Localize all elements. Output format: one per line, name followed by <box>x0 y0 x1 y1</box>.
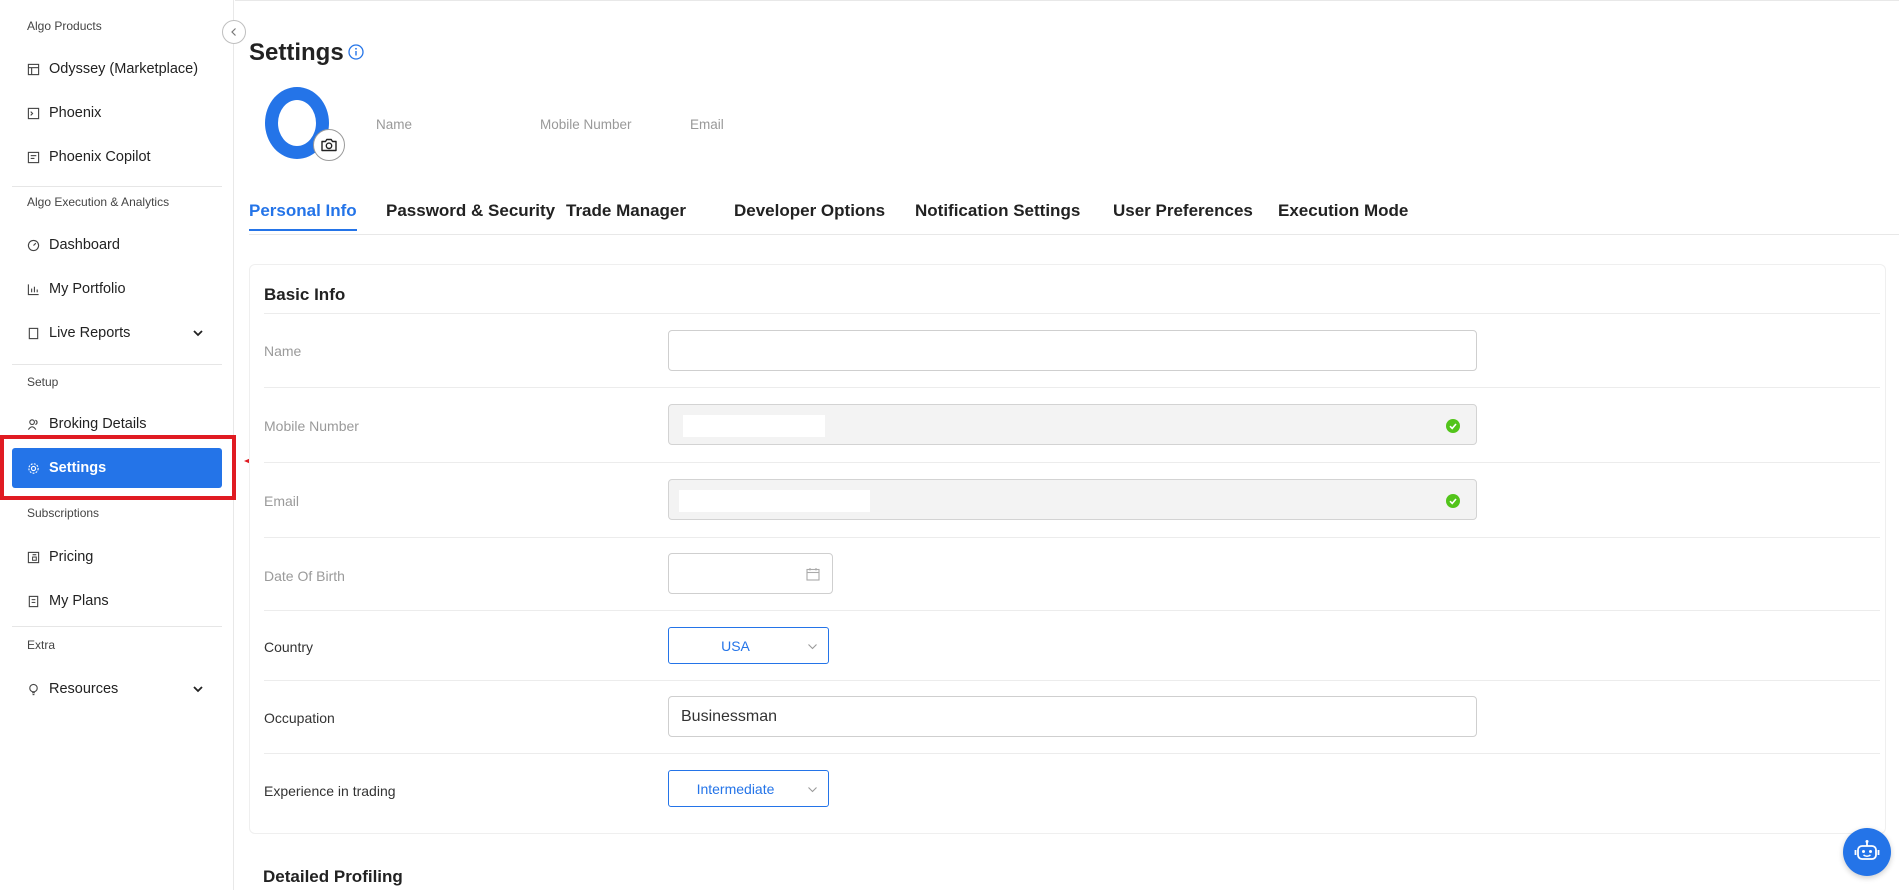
sidebar-item-label: Phoenix Copilot <box>49 149 151 165</box>
report-icon <box>27 327 40 340</box>
section-label-extra: Extra <box>27 638 56 652</box>
avatar <box>265 87 345 161</box>
profile-mobile: Mobile Number <box>540 117 632 132</box>
calendar-icon <box>806 568 820 581</box>
users-icon <box>27 418 40 431</box>
experience-label: Experience in trading <box>264 783 396 799</box>
sidebar-item-label: My Portfolio <box>49 281 126 297</box>
sidebar-item-label: Dashboard <box>49 237 120 253</box>
basic-info-title: Basic Info <box>264 285 346 304</box>
sidebar-item-label: Phoenix <box>49 105 102 121</box>
tab-execution-mode[interactable]: Execution Mode <box>1278 201 1408 229</box>
detailed-profiling-title: Detailed Profiling <box>263 867 403 886</box>
sidebar-item-resources[interactable]: Resources <box>12 669 222 709</box>
sidebar-item-label: Pricing <box>49 549 94 565</box>
main-content: Settings Name Mobile Number Email Person… <box>235 0 1899 890</box>
occupation-row: Occupation Businessman <box>264 680 1880 753</box>
collapse-sidebar-button[interactable] <box>222 20 246 44</box>
info-icon[interactable] <box>348 44 364 60</box>
name-label: Name <box>264 343 302 359</box>
section-label-algo-execution: Algo Execution & Analytics <box>27 195 170 209</box>
terminal-icon <box>27 107 40 120</box>
page-title: Settings <box>249 39 344 66</box>
sidebar-item-label: Broking Details <box>49 416 147 432</box>
app-root: Algo Products Odyssey (Marketplace) Phoe… <box>0 0 1899 890</box>
bar-chart-icon <box>27 283 40 296</box>
mobile-input <box>668 404 1477 445</box>
sidebar-item-dashboard[interactable]: Dashboard <box>12 225 222 265</box>
email-label: Email <box>264 493 300 509</box>
sidebar-item-label: Live Reports <box>49 325 131 341</box>
plans-icon <box>27 595 40 608</box>
section-label-setup: Setup <box>27 375 59 389</box>
sidebar-item-live-reports[interactable]: Live Reports <box>12 313 222 353</box>
occupation-input[interactable]: Businessman <box>668 696 1477 737</box>
chevron-down-icon <box>808 644 817 650</box>
sidebar-item-pricing[interactable]: Pricing <box>12 537 222 577</box>
camera-icon <box>321 138 337 152</box>
dob-input[interactable] <box>668 553 833 594</box>
sidebar-item-phoenix-copilot[interactable]: Phoenix Copilot <box>12 137 222 177</box>
sidebar-item-label: Odyssey (Marketplace) <box>49 61 199 77</box>
email-input <box>668 479 1477 520</box>
sidebar-divider <box>12 364 222 365</box>
change-photo-button[interactable] <box>313 129 345 161</box>
experience-value: Intermediate <box>696 780 775 797</box>
section-label-algo-products: Algo Products <box>27 19 102 33</box>
sidebar-item-my-portfolio[interactable]: My Portfolio <box>12 269 222 309</box>
tab-developer-options[interactable]: Developer Options <box>734 201 885 229</box>
profile-email: Email <box>690 117 724 132</box>
settings-tabs: Personal Info Password & Security Trade … <box>249 197 1899 235</box>
store-icon <box>27 63 40 76</box>
mobile-label: Mobile Number <box>264 418 359 434</box>
mobile-row: Mobile Number <box>264 387 1880 462</box>
country-label: Country <box>264 639 314 655</box>
masked-value <box>679 490 870 512</box>
section-label-subscriptions: Subscriptions <box>27 506 100 520</box>
chevron-left-icon <box>231 28 236 36</box>
dob-label: Date Of Birth <box>264 568 345 584</box>
dob-row: Date Of Birth <box>264 537 1880 610</box>
chevron-down-icon <box>193 330 203 337</box>
sidebar-divider <box>12 626 222 627</box>
pricing-icon <box>27 551 40 564</box>
dashboard-icon <box>27 239 40 252</box>
sidebar-item-label: My Plans <box>49 593 109 609</box>
name-row: Name <box>264 313 1880 387</box>
verified-check-icon <box>1446 419 1460 433</box>
basic-info-card: Basic Info Name Mobile Number Email Date… <box>249 264 1886 834</box>
occupation-label: Occupation <box>264 710 335 726</box>
sidebar-item-phoenix[interactable]: Phoenix <box>12 93 222 133</box>
profile-name: Name <box>376 117 413 132</box>
country-select[interactable]: USA <box>668 627 829 664</box>
sidebar-divider <box>12 186 222 187</box>
country-value: USA <box>721 637 750 654</box>
tab-notification-settings[interactable]: Notification Settings <box>915 201 1080 229</box>
chatbot-button[interactable] <box>1843 828 1891 876</box>
document-icon <box>27 151 40 164</box>
name-input[interactable] <box>668 330 1477 371</box>
verified-check-icon <box>1446 494 1460 508</box>
chevron-down-icon <box>808 787 817 793</box>
experience-row: Experience in trading Intermediate <box>264 753 1880 823</box>
sidebar-item-my-plans[interactable]: My Plans <box>12 581 222 621</box>
sidebar-item-label: Resources <box>49 681 119 697</box>
email-row: Email <box>264 462 1880 537</box>
chevron-down-icon <box>193 686 203 693</box>
country-row: Country USA <box>264 610 1880 680</box>
experience-select[interactable]: Intermediate <box>668 770 829 807</box>
masked-value <box>683 415 825 437</box>
tab-user-preferences[interactable]: User Preferences <box>1113 201 1253 229</box>
tab-personal-info[interactable]: Personal Info <box>249 201 357 231</box>
lightbulb-icon <box>27 683 40 696</box>
highlight-box <box>0 435 236 500</box>
robot-icon <box>1854 840 1880 860</box>
tab-trade-manager[interactable]: Trade Manager <box>566 201 686 229</box>
sidebar-item-odyssey[interactable]: Odyssey (Marketplace) <box>12 49 222 89</box>
tab-password-security[interactable]: Password & Security <box>386 201 555 229</box>
